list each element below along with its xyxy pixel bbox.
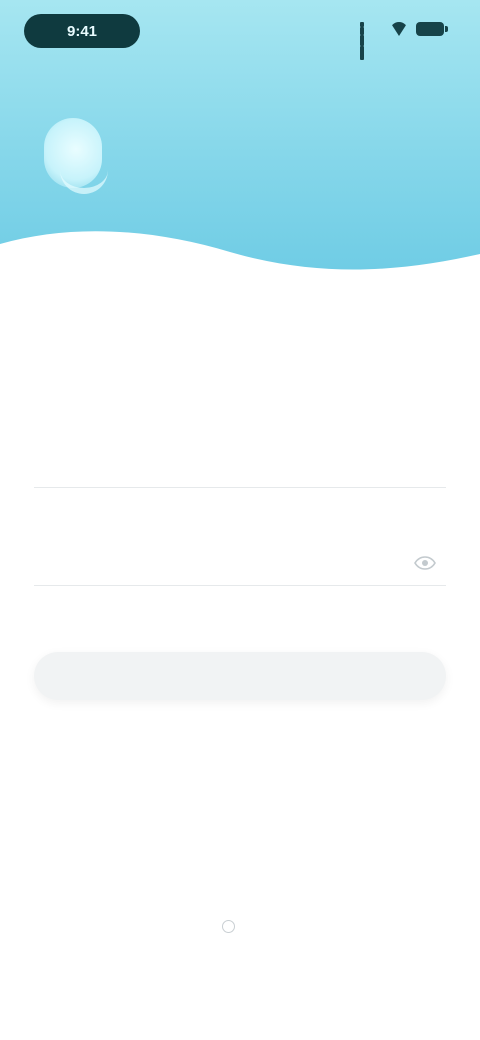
form-title bbox=[34, 360, 446, 396]
status-icons bbox=[360, 22, 448, 60]
agreement-checkbox[interactable] bbox=[221, 920, 235, 933]
account-label bbox=[34, 424, 446, 444]
password-divider bbox=[34, 585, 446, 586]
password-label bbox=[34, 518, 446, 538]
hero-wave bbox=[0, 231, 480, 340]
status-time: 9:41 bbox=[24, 14, 140, 48]
header-hero: 9:41 bbox=[0, 0, 480, 340]
battery-icon bbox=[416, 22, 448, 36]
account-divider bbox=[34, 487, 446, 488]
password-input[interactable] bbox=[34, 546, 446, 578]
eye-icon[interactable] bbox=[408, 548, 442, 578]
agreement-row bbox=[0, 920, 480, 933]
login-button[interactable] bbox=[34, 652, 446, 700]
account-input[interactable] bbox=[34, 452, 446, 484]
wifi-icon bbox=[390, 22, 408, 36]
signal-icon bbox=[360, 22, 382, 60]
login-form bbox=[34, 360, 446, 700]
account-field bbox=[34, 424, 446, 488]
password-field bbox=[34, 518, 446, 586]
logo-swoosh bbox=[60, 168, 108, 194]
status-bar: 9:41 bbox=[0, 0, 480, 60]
